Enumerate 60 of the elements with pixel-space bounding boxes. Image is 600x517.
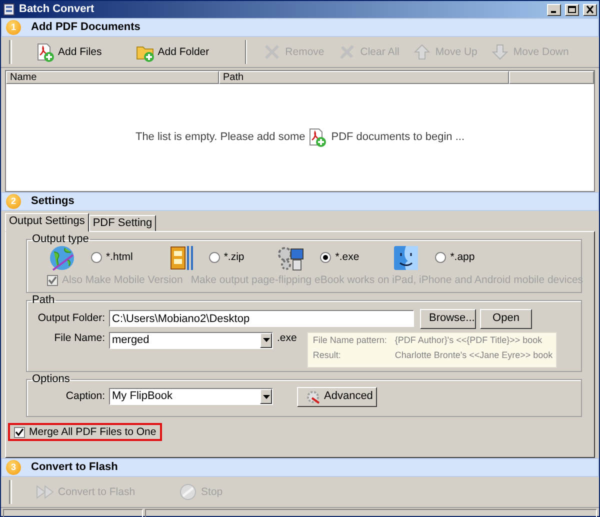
minimize-button[interactable] (547, 4, 561, 16)
group-label: Options (31, 374, 71, 385)
maximize-icon (567, 5, 577, 14)
empty-list-message: PDF documents to begin ... (331, 130, 465, 144)
dropdown-button[interactable] (260, 389, 272, 404)
extension-label: .exe (277, 332, 297, 344)
section-title: Settings (31, 194, 74, 208)
radio-option[interactable]: *.html (91, 251, 133, 264)
step-number: 1 (6, 20, 21, 35)
info-label: Result: (312, 350, 342, 362)
section-title: Convert to Flash (31, 461, 118, 474)
down-arrow-icon (491, 42, 510, 62)
output-folder-field[interactable]: C:\Users\Mobiano2\Desktop (109, 310, 414, 328)
empty-list-message: The list is empty. Please add some (135, 130, 306, 144)
pdf-add-icon (308, 128, 328, 147)
step-number: 3 (6, 460, 21, 476)
close-icon (585, 5, 595, 14)
advanced-button[interactable]: Advanced (297, 386, 377, 407)
window-title: Batch Convert (19, 2, 96, 16)
radio-button[interactable] (91, 252, 102, 264)
tab[interactable]: Output Settings (5, 213, 89, 232)
field-label: Output Folder: (36, 312, 105, 326)
file-name-combo-box[interactable]: merged (109, 332, 273, 349)
checkbox[interactable] (14, 426, 25, 438)
browse-button[interactable]: Browse... (420, 308, 476, 329)
check-icon (15, 428, 24, 437)
info-value: Charlotte Bronte's <<Jane Eyre>> book (394, 350, 553, 362)
check-icon (48, 276, 57, 285)
tab[interactable]: PDF Setting (88, 215, 156, 232)
caret-icon (262, 338, 270, 342)
up-arrow-icon (413, 42, 432, 62)
info-value: {PDF Author}'s <<{PDF Title}>> book (394, 334, 544, 347)
radio-option[interactable]: *.exe (320, 251, 360, 264)
toolbar-button[interactable]: Add Files (32, 40, 106, 64)
group-label: Path (31, 294, 56, 306)
fast-forward-icon (36, 482, 55, 502)
stop-icon (179, 482, 198, 502)
close-button[interactable] (583, 4, 597, 16)
maximize-button[interactable] (565, 4, 579, 16)
radio-button[interactable] (435, 252, 446, 264)
radio-button[interactable] (208, 252, 220, 264)
section-title: Add PDF Documents (31, 20, 140, 34)
radio-option[interactable]: *.zip (208, 251, 244, 264)
step-number: 2 (6, 194, 21, 209)
merge-checkbox-option[interactable]: Merge All PDF Files to One (8, 422, 162, 442)
caret-icon (262, 394, 270, 399)
field-label: Caption: (64, 390, 105, 404)
open-button[interactable]: Open (480, 308, 532, 329)
pdf-add-icon (36, 42, 55, 62)
group-label: Output type (31, 234, 90, 246)
field-label: File Name: (53, 332, 105, 344)
info-label: File Name pattern: (312, 334, 388, 347)
column-header[interactable]: Name (6, 71, 219, 84)
toolbar-button[interactable]: Add Folder (132, 40, 214, 64)
app-icon (3, 3, 15, 16)
dropdown-button[interactable] (260, 332, 272, 348)
radio-option[interactable]: *.app (435, 251, 475, 264)
column-header[interactable]: Path (219, 71, 509, 84)
caption-combo-box[interactable]: My FlipBook (109, 388, 273, 406)
radio-button[interactable] (320, 252, 332, 264)
